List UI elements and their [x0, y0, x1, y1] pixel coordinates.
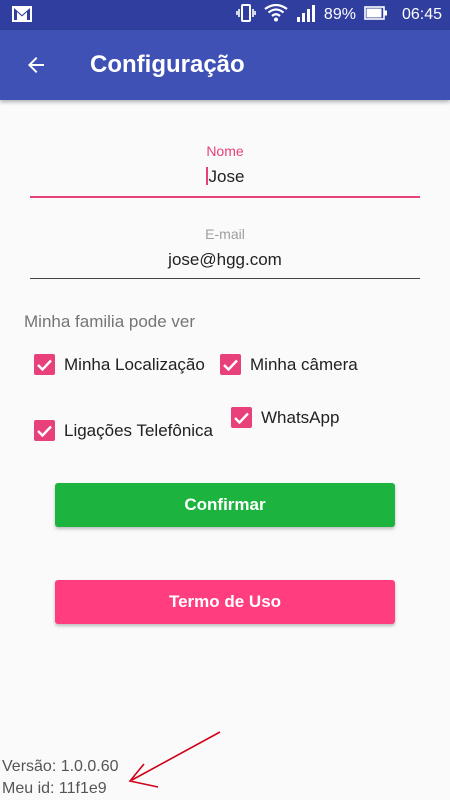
gmail-icon	[12, 6, 32, 27]
my-id-text: Meu id: 11f1e9	[2, 780, 107, 797]
vibrate-icon	[236, 3, 256, 28]
page-title: Configuração	[90, 51, 245, 78]
battery-percent: 89%	[323, 6, 356, 23]
version-text: Versão: 1.0.0.60	[2, 758, 119, 775]
wifi-icon	[264, 3, 288, 27]
app-bar: Configuração	[0, 30, 450, 100]
email-field[interactable]: E-mail jose@hgg.com	[30, 226, 420, 284]
confirm-button[interactable]: Confirmar	[55, 483, 395, 527]
checkbox-camera-label: Minha câmera	[250, 354, 358, 374]
email-input[interactable]: jose@hgg.com	[30, 250, 420, 270]
email-underline	[30, 278, 420, 279]
text-cursor	[205, 167, 208, 185]
checkbox-whatsapp-label: WhatsApp	[261, 407, 340, 427]
name-underline	[30, 196, 420, 198]
name-input[interactable]: Jose	[30, 167, 420, 187]
checkbox-checked-icon	[231, 407, 252, 428]
terms-button[interactable]: Termo de Uso	[55, 580, 395, 624]
arrow-back-icon	[28, 57, 44, 73]
checkbox-whatsapp[interactable]: WhatsApp	[231, 407, 339, 428]
annotation-arrow-icon	[128, 731, 221, 788]
signal-icon	[296, 4, 316, 27]
checkbox-calls-label: Ligações Telefônica	[64, 420, 214, 440]
permissions-title: Minha familia pode ver	[24, 312, 196, 331]
back-button[interactable]	[14, 43, 58, 87]
status-bar: 89% 06:45	[0, 0, 450, 30]
name-field[interactable]: Nome Jose	[30, 143, 420, 201]
checkbox-checked-icon	[34, 354, 55, 375]
name-label: Nome	[206, 143, 244, 159]
clock: 06:45	[401, 6, 442, 23]
checkbox-location[interactable]: Minha Localização	[34, 354, 205, 375]
checkbox-location-label: Minha Localização	[64, 354, 205, 374]
checkbox-checked-icon	[34, 420, 55, 441]
checkbox-camera[interactable]: Minha câmera	[220, 354, 358, 375]
checkbox-calls[interactable]: Ligações Telefônica	[34, 420, 213, 441]
battery-icon	[364, 5, 388, 25]
checkbox-checked-icon	[220, 354, 241, 375]
email-label: E-mail	[205, 226, 245, 242]
